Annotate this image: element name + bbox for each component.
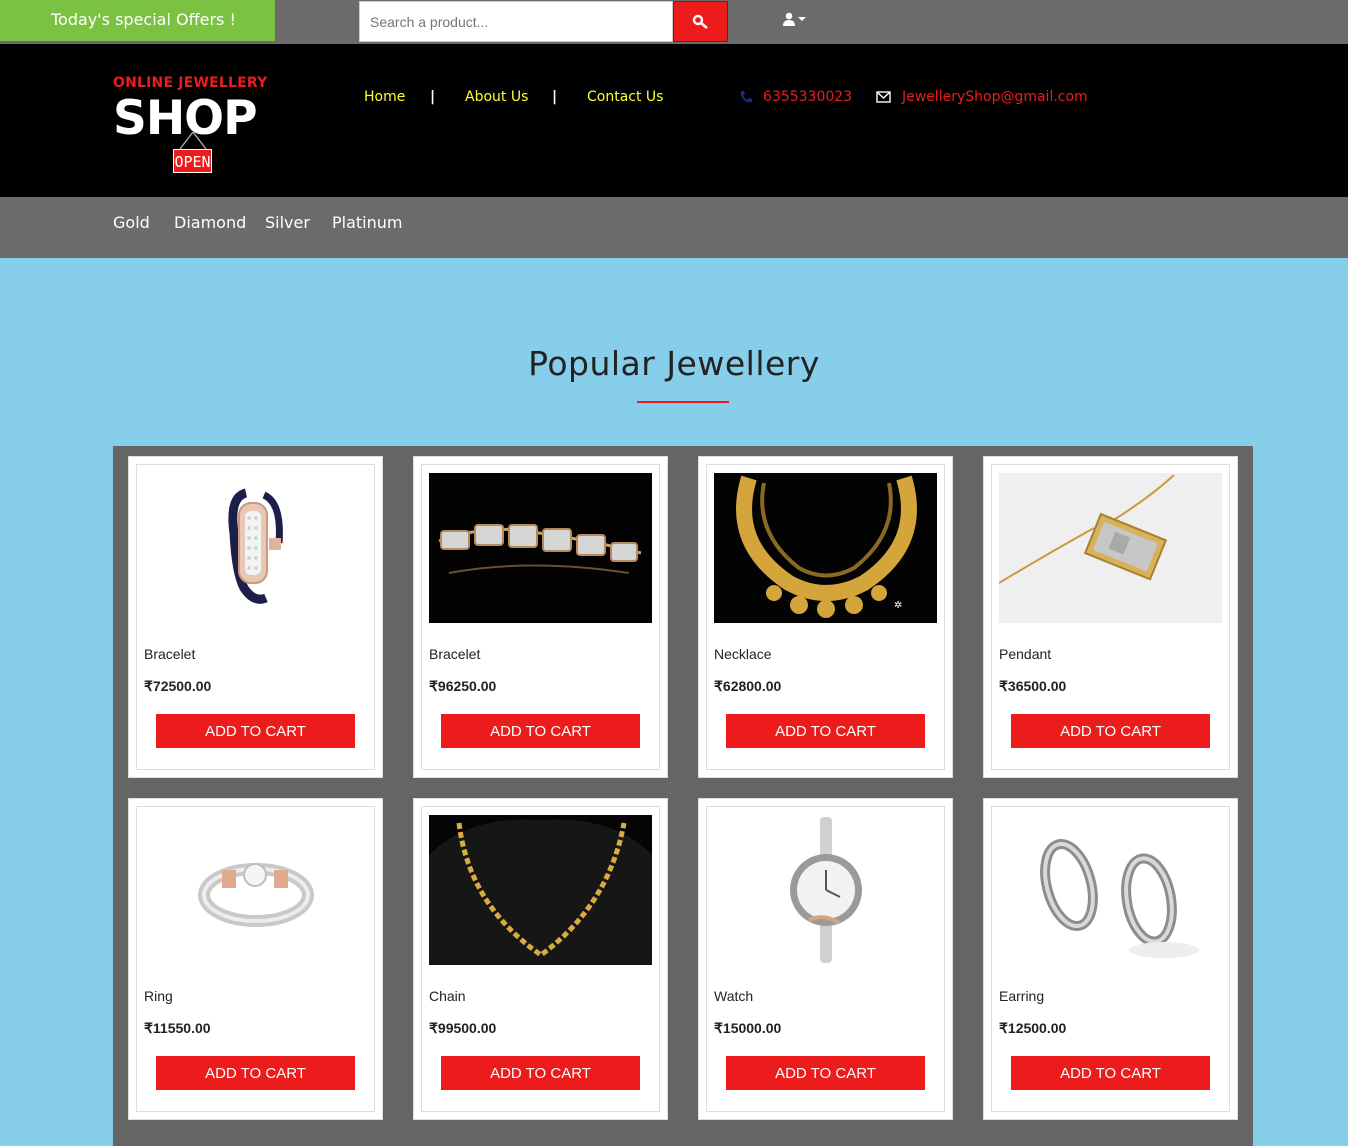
product-price: ₹11550.00 [144,1020,211,1036]
product-card-inner: ✲ Necklace ₹62800.00 ADD TO CART [706,464,945,770]
product-price: ₹62800.00 [714,678,782,694]
category-gold[interactable]: Gold [113,213,150,232]
title-underline [637,401,729,403]
category-silver[interactable]: Silver [265,213,310,232]
search-button[interactable] [673,1,728,42]
product-card[interactable]: Chain ₹99500.00 ADD TO CART [413,798,668,1120]
product-name: Pendant [999,646,1052,662]
top-bar: Today's special Offers ! [0,0,1348,44]
contact-phone[interactable]: 6355330023 [739,89,852,105]
product-price: ₹99500.00 [429,1020,497,1036]
logo-open-sign: OPEN [173,149,212,173]
product-name: Bracelet [144,646,196,662]
user-menu[interactable] [782,12,806,26]
add-to-cart-button[interactable]: ADD TO CART [156,1056,355,1090]
caret-down-icon [798,17,806,21]
phone-icon [740,91,752,103]
product-card[interactable]: Pendant ₹36500.00 ADD TO CART [983,456,1238,778]
search-icon [692,14,708,29]
contact-email[interactable]: JewelleryShop@gmail.com [876,89,1088,105]
product-card[interactable]: Ring ₹11550.00 ADD TO CART [128,798,383,1120]
nav-divider: | [430,89,436,105]
svg-text:✲: ✲ [894,600,902,611]
category-diamond[interactable]: Diamond [174,213,246,232]
product-name: Chain [429,988,466,1004]
product-card[interactable]: Bracelet ₹72500.00 ADD TO CART [128,456,383,778]
add-to-cart-button[interactable]: ADD TO CART [441,714,640,748]
watch-image [714,815,937,965]
product-grid: Bracelet ₹72500.00 ADD TO CART Bracelet … [113,446,1253,1146]
product-name: Earring [999,988,1045,1004]
add-to-cart-button[interactable]: ADD TO CART [1011,714,1210,748]
product-card[interactable]: Earring ₹12500.00 ADD TO CART [983,798,1238,1120]
product-price: ₹72500.00 [144,678,212,694]
add-to-cart-button[interactable]: ADD TO CART [156,714,355,748]
ring-image [144,815,367,965]
product-card-inner: Earring ₹12500.00 ADD TO CART [991,806,1230,1112]
product-card-inner: Ring ₹11550.00 ADD TO CART [136,806,375,1112]
chain-image [429,815,652,965]
logo-tagline: ONLINE JEWELLERY [113,75,268,91]
user-icon [783,12,795,26]
nav-about-us[interactable]: About Us [465,89,528,105]
add-to-cart-button[interactable]: ADD TO CART [726,714,925,748]
add-to-cart-button[interactable]: ADD TO CART [726,1056,925,1090]
bracelet-image [429,473,652,623]
product-card[interactable]: Bracelet ₹96250.00 ADD TO CART [413,456,668,778]
sign-string-icon [179,132,207,150]
add-to-cart-button[interactable]: ADD TO CART [441,1056,640,1090]
product-name: Bracelet [429,646,481,662]
necklace-image: ✲ [714,473,937,623]
category-bar: Gold Diamond Silver Platinum [0,197,1348,258]
product-card-inner: Pendant ₹36500.00 ADD TO CART [991,464,1230,770]
email-address: JewelleryShop@gmail.com [902,89,1088,105]
earring-image [999,815,1222,965]
product-price: ₹15000.00 [714,1020,782,1036]
phone-number: 6355330023 [763,89,853,105]
shop-logo[interactable]: ONLINE JEWELLERY SHOP OPEN [113,74,283,179]
product-card[interactable]: ✲ Necklace ₹62800.00 ADD TO CART [698,456,953,778]
product-price: ₹96250.00 [429,678,497,694]
category-platinum[interactable]: Platinum [332,213,402,232]
special-offers-banner[interactable]: Today's special Offers ! [0,0,275,41]
search-input[interactable] [359,1,673,42]
product-card-inner: Watch ₹15000.00 ADD TO CART [706,806,945,1112]
product-card-inner: Bracelet ₹72500.00 ADD TO CART [136,464,375,770]
product-name: Ring [144,988,173,1004]
envelope-icon [876,90,891,103]
section-title: Popular Jewellery [528,344,820,383]
product-name: Watch [714,988,754,1004]
product-name: Necklace [714,646,772,662]
nav-contact-us[interactable]: Contact Us [587,89,663,105]
product-card-inner: Bracelet ₹96250.00 ADD TO CART [421,464,660,770]
product-card[interactable]: Watch ₹15000.00 ADD TO CART [698,798,953,1120]
bracelet-image [144,473,367,623]
pendant-image [999,473,1222,623]
site-header: ONLINE JEWELLERY SHOP OPEN Home | About … [0,44,1348,197]
product-card-inner: Chain ₹99500.00 ADD TO CART [421,806,660,1112]
product-price: ₹36500.00 [999,678,1067,694]
nav-divider: | [552,89,558,105]
nav-home[interactable]: Home [364,89,405,105]
product-price: ₹12500.00 [999,1020,1067,1036]
add-to-cart-button[interactable]: ADD TO CART [1011,1056,1210,1090]
